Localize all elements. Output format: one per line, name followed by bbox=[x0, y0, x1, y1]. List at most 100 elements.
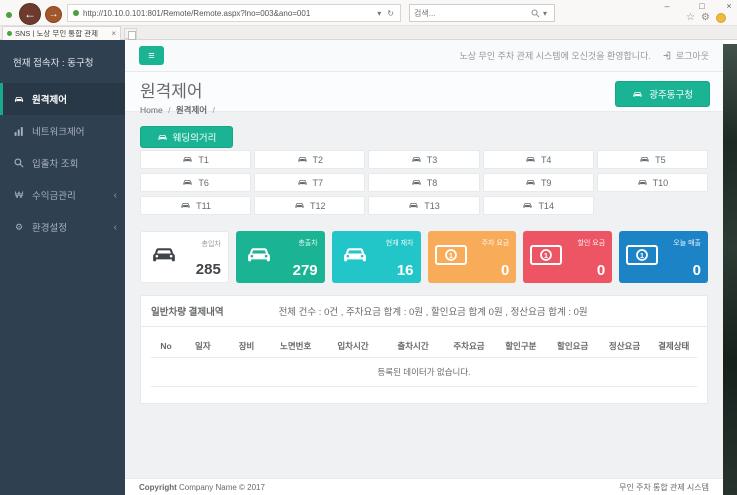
car-icon bbox=[13, 94, 25, 104]
topbar: ≡ 노상 무인 주차 관제 시스템에 오신것을 환영합니다. 로그아웃 bbox=[125, 40, 723, 72]
car-icon bbox=[157, 133, 168, 142]
hamburger-menu-button[interactable]: ≡ bbox=[139, 46, 164, 65]
site-footer: Copyright Company Name © 2017 무인 주차 통합 관… bbox=[125, 478, 723, 495]
logout-label: 로그아웃 bbox=[676, 49, 709, 62]
favorites-star-icon[interactable]: ☆ bbox=[686, 12, 695, 24]
stat-value: 285 bbox=[196, 261, 221, 278]
spot-label: T13 bbox=[424, 201, 440, 211]
stat-label: 총입차 bbox=[202, 239, 221, 249]
col-discount-fee: 할인요금 bbox=[547, 335, 599, 358]
stat-value: 0 bbox=[693, 262, 701, 279]
window-maximize-button[interactable]: □ bbox=[695, 1, 709, 11]
stat-value: 0 bbox=[597, 262, 605, 279]
money-icon bbox=[435, 243, 467, 272]
col-discount-type: 할인구분 bbox=[495, 335, 547, 358]
col-exit-time: 출차시간 bbox=[383, 335, 443, 358]
spot-button-t9[interactable]: T9 bbox=[483, 173, 594, 192]
sidebar-item-settings[interactable]: ⚙ 환경설정 ‹ bbox=[0, 211, 125, 243]
car-icon bbox=[639, 155, 650, 164]
stat-label: 오늘 매출 bbox=[673, 238, 701, 248]
tab-favicon-icon bbox=[7, 31, 12, 36]
spot-button-t14[interactable]: T14 bbox=[483, 196, 594, 215]
refresh-icon[interactable]: ↻ bbox=[384, 9, 397, 18]
search-icon[interactable] bbox=[531, 9, 540, 18]
welcome-text: 노상 무인 주차 관제 시스템에 오신것을 환영합니다. bbox=[459, 49, 650, 62]
spot-button-t4[interactable]: T4 bbox=[483, 150, 594, 169]
car-icon bbox=[148, 243, 180, 272]
browser-tab-bar: SNS | 노상 무인 통합 관제 × bbox=[0, 26, 737, 40]
spot-button-grid: T1 T2 T3 T4 T5 T6 T7 T8 T9 T10 T11 T12 T… bbox=[140, 150, 708, 215]
browser-search-input[interactable] bbox=[414, 9, 531, 18]
spot-button-t2[interactable]: T2 bbox=[254, 150, 365, 169]
chevron-left-icon: ‹ bbox=[114, 222, 117, 233]
stat-card-discount-fee: 할인 요금 0 bbox=[523, 231, 612, 283]
spot-button-t8[interactable]: T8 bbox=[368, 173, 479, 192]
window-close-button[interactable]: × bbox=[722, 1, 736, 11]
stat-label: 현재 재차 bbox=[386, 238, 414, 248]
browser-nav-bar: ← → http://10.10.0.101:801/Remote/Remote… bbox=[0, 0, 737, 26]
tools-gear-icon[interactable]: ⚙ bbox=[701, 12, 710, 24]
car-icon bbox=[180, 201, 191, 210]
org-button[interactable]: 광주동구청 bbox=[615, 81, 710, 107]
car-icon bbox=[297, 155, 308, 164]
logout-button[interactable]: 로그아웃 bbox=[663, 49, 709, 62]
car-icon bbox=[182, 155, 193, 164]
sidebar-item-label: 원격제어 bbox=[32, 92, 67, 106]
spot-button-t7[interactable]: T7 bbox=[254, 173, 365, 192]
desktop-wallpaper-strip bbox=[723, 44, 737, 495]
gear-icon: ⚙ bbox=[13, 222, 25, 233]
sidebar-item-entry-exit-lookup[interactable]: 입출차 조회 bbox=[0, 147, 125, 179]
sidebar-item-label: 입출차 조회 bbox=[32, 156, 78, 170]
car-icon bbox=[297, 178, 308, 187]
won-currency-icon: ₩ bbox=[13, 190, 25, 200]
spot-label: T5 bbox=[655, 155, 666, 165]
tab-close-icon[interactable]: × bbox=[111, 30, 116, 38]
browser-back-button[interactable]: ← bbox=[19, 3, 41, 25]
breadcrumb-home-link[interactable]: Home bbox=[140, 105, 163, 115]
main-area: ≡ 노상 무인 주차 관제 시스템에 오신것을 환영합니다. 로그아웃 원격제어… bbox=[125, 40, 723, 495]
spot-button-t6[interactable]: T6 bbox=[140, 173, 251, 192]
window-minimize-button[interactable]: – bbox=[660, 1, 674, 11]
col-date: 일자 bbox=[181, 335, 225, 358]
spot-button-t12[interactable]: T12 bbox=[254, 196, 365, 215]
money-icon bbox=[626, 243, 658, 272]
zone-button-label: 웨딩의거리 bbox=[173, 130, 217, 144]
stat-card-today-sales: 오늘 매출 0 bbox=[619, 231, 708, 283]
feedback-smiley-icon[interactable] bbox=[716, 13, 726, 23]
browser-forward-button[interactable]: → bbox=[45, 6, 62, 23]
browser-tab[interactable]: SNS | 노상 무인 통합 관제 × bbox=[2, 26, 121, 40]
spot-button-t11[interactable]: T11 bbox=[140, 196, 251, 215]
copyright-label: Copyright bbox=[139, 483, 177, 492]
search-icon bbox=[13, 158, 25, 169]
sidebar-item-revenue-management[interactable]: ₩ 수익금관리 ‹ bbox=[0, 179, 125, 211]
car-icon bbox=[411, 155, 422, 164]
car-icon bbox=[411, 178, 422, 187]
sidebar-item-network-control[interactable]: 네트워크제어 bbox=[0, 115, 125, 147]
url-text[interactable]: http://10.10.0.101:801/Remote/Remote.asp… bbox=[83, 9, 374, 18]
stat-card-current-parked: 현재 재차 16 bbox=[332, 231, 421, 283]
spot-button-t1[interactable]: T1 bbox=[140, 150, 251, 169]
new-tab-button[interactable] bbox=[124, 28, 137, 39]
sidebar-item-remote-control[interactable]: 원격제어 bbox=[0, 83, 125, 115]
search-dropdown-icon[interactable]: ▾ bbox=[540, 9, 550, 18]
spot-button-t13[interactable]: T13 bbox=[368, 196, 479, 215]
breadcrumb-separator: / bbox=[168, 105, 170, 115]
zone-button-active[interactable]: 웨딩의거리 bbox=[140, 126, 233, 148]
stat-card-total-out: 총출차 279 bbox=[236, 231, 325, 283]
panel-summary: 전체 건수 : 0건 , 주차요금 합계 : 0원 , 할인요금 합계 0원 ,… bbox=[279, 304, 588, 318]
browser-search-box[interactable]: ▾ bbox=[409, 4, 555, 22]
spot-label: T11 bbox=[196, 201, 211, 211]
spot-button-t5[interactable]: T5 bbox=[597, 150, 708, 169]
stat-card-total-in: 총입차 285 bbox=[140, 231, 229, 283]
car-icon bbox=[182, 178, 193, 187]
stat-label: 할인 요금 bbox=[577, 238, 605, 248]
spot-button-t10[interactable]: T10 bbox=[597, 173, 708, 192]
money-icon bbox=[530, 243, 562, 272]
spot-label: T12 bbox=[310, 201, 326, 211]
col-entry-time: 입차시간 bbox=[323, 335, 383, 358]
sidebar-item-label: 수익금관리 bbox=[32, 188, 76, 202]
address-dropdown-icon[interactable]: ▾ bbox=[374, 9, 384, 18]
spot-button-t3[interactable]: T3 bbox=[368, 150, 479, 169]
address-bar[interactable]: http://10.10.0.101:801/Remote/Remote.asp… bbox=[67, 4, 401, 22]
copyright-text: Company Name © 2017 bbox=[177, 483, 265, 492]
